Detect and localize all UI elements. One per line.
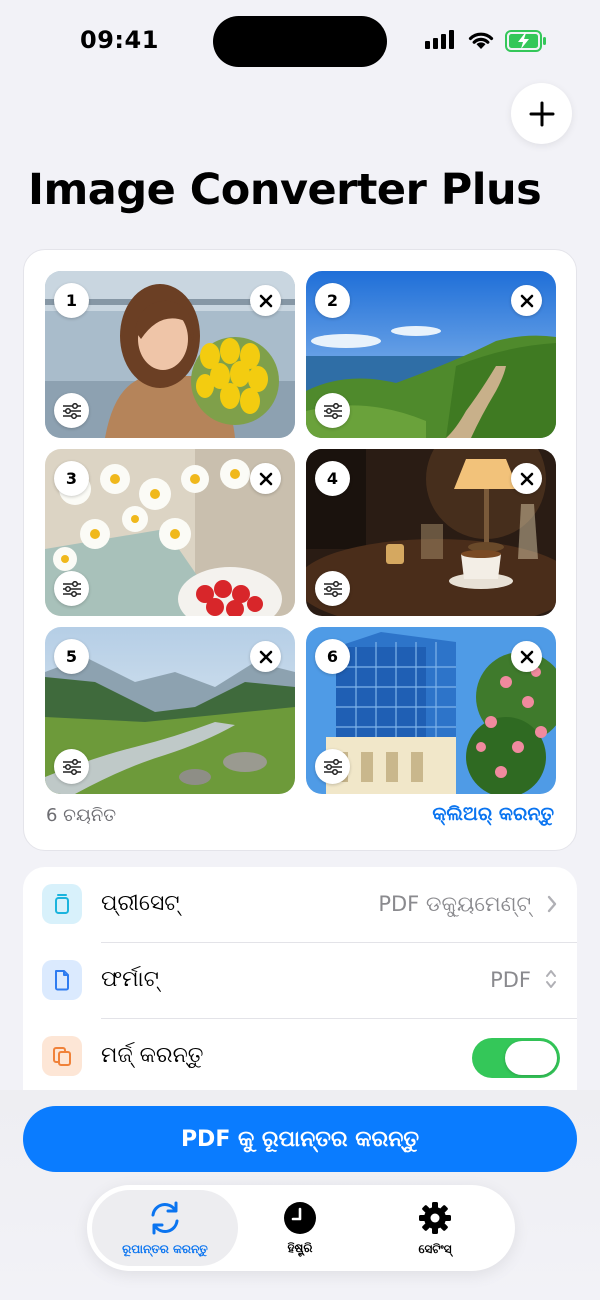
- document-stack-icon: [55, 894, 69, 914]
- sliders-icon: [62, 758, 81, 775]
- image-number-badge: 1: [54, 283, 89, 318]
- format-value: PDF: [490, 968, 531, 992]
- merge-icon: [53, 1047, 71, 1066]
- image-thumbnail-3[interactable]: 3: [45, 449, 295, 616]
- image-thumbnail-2[interactable]: 2: [306, 271, 556, 438]
- remove-image-button[interactable]: [511, 285, 542, 316]
- image-thumbnail-5[interactable]: 5: [45, 627, 295, 794]
- battery-charging-icon: [505, 30, 546, 52]
- document-icon: [55, 970, 69, 991]
- plus-icon: [529, 101, 554, 126]
- adjust-image-button[interactable]: [315, 393, 350, 428]
- cellular-signal-icon: [425, 30, 454, 49]
- preset-icon-tile: [42, 884, 82, 924]
- convert-arrows-icon: [151, 1201, 179, 1234]
- clear-selection-button[interactable]: କ୍ଲିଅର୍ କରନ୍ତୁ: [432, 803, 554, 825]
- gear-icon: [419, 1201, 451, 1234]
- conversion-settings-list: ପ୍ରୀସେଟ୍ PDF ଡକ୍ୟୁମେଣ୍ଟ୍ ଫର୍ମାଟ୍ PDF ମର୍…: [23, 867, 577, 1095]
- preset-value: PDF ଡକ୍ୟୁମେଣ୍ଟ୍: [378, 892, 531, 916]
- format-row[interactable]: ଫର୍ମାଟ୍ PDF: [23, 943, 577, 1019]
- tab-convert[interactable]: ରୂପାନ୍ତର କରନ୍ତୁ: [92, 1190, 238, 1266]
- close-icon: [520, 650, 533, 663]
- remove-image-button[interactable]: [511, 463, 542, 494]
- sliders-icon: [62, 580, 81, 597]
- add-image-button[interactable]: [511, 83, 572, 144]
- tab-convert-label: ରୂପାନ୍ତର କରନ୍ତୁ: [122, 1241, 208, 1256]
- image-grid-card: 1 2 3 4 5 6 6 ଚୟନିତ କ୍ଲିଅର୍ କରନ୍ତୁ: [23, 249, 577, 851]
- sliders-icon: [323, 402, 342, 419]
- preset-label: ପ୍ରୀସେଟ୍: [101, 891, 180, 916]
- status-bar: 09:41: [0, 0, 600, 80]
- merge-icon-tile: [42, 1036, 82, 1076]
- convert-button[interactable]: PDF କୁ ରୂପାନ୍ତର କରନ୍ତୁ: [23, 1106, 577, 1172]
- chevron-up-down-icon: [546, 970, 556, 988]
- adjust-image-button[interactable]: [315, 571, 350, 606]
- page-title: Image Converter Plus: [28, 165, 542, 215]
- close-icon: [520, 294, 533, 307]
- remove-image-button[interactable]: [250, 463, 281, 494]
- format-label: ଫର୍ମାଟ୍: [101, 967, 159, 992]
- image-number-badge: 5: [54, 639, 89, 674]
- merge-row: ମର୍ଜ୍ କରନ୍ତୁ: [23, 1019, 577, 1095]
- remove-image-button[interactable]: [511, 641, 542, 672]
- merge-toggle[interactable]: [472, 1038, 560, 1078]
- remove-image-button[interactable]: [250, 285, 281, 316]
- adjust-image-button[interactable]: [54, 571, 89, 606]
- tab-history-label: ହିଷ୍ଟ୍ରି: [287, 1240, 313, 1255]
- sliders-icon: [323, 758, 342, 775]
- close-icon: [520, 472, 533, 485]
- adjust-image-button[interactable]: [54, 393, 89, 428]
- tab-settings[interactable]: ସେଟିଂସ୍: [383, 1190, 487, 1266]
- wifi-icon: [468, 32, 494, 49]
- image-thumbnail-4[interactable]: 4: [306, 449, 556, 616]
- adjust-image-button[interactable]: [315, 749, 350, 784]
- image-thumbnail-6[interactable]: 6: [306, 627, 556, 794]
- toggle-knob: [505, 1041, 557, 1075]
- sliders-icon: [62, 402, 81, 419]
- sliders-icon: [323, 580, 342, 597]
- tab-history[interactable]: ହିଷ୍ଟ୍ରି: [250, 1190, 350, 1266]
- remove-image-button[interactable]: [250, 641, 281, 672]
- close-icon: [259, 650, 272, 663]
- selected-count: 6 ଚୟନିତ: [46, 805, 117, 826]
- tab-bar: ରୂପାନ୍ତର କରନ୍ତୁ ହିଷ୍ଟ୍ରି ସେଟିଂସ୍: [87, 1185, 515, 1271]
- close-icon: [259, 472, 272, 485]
- image-number-badge: 3: [54, 461, 89, 496]
- format-icon-tile: [42, 960, 82, 1000]
- dynamic-island: [213, 16, 387, 67]
- image-number-badge: 6: [315, 639, 350, 674]
- status-time: 09:41: [80, 26, 159, 54]
- image-thumbnail-1[interactable]: 1: [45, 271, 295, 438]
- adjust-image-button[interactable]: [54, 749, 89, 784]
- merge-label: ମର୍ଜ୍ କରନ୍ତୁ: [101, 1043, 204, 1068]
- clock-icon: [284, 1201, 316, 1234]
- preset-row[interactable]: ପ୍ରୀସେଟ୍ PDF ଡକ୍ୟୁମେଣ୍ଟ୍: [23, 867, 577, 943]
- tab-settings-label: ସେଟିଂସ୍: [418, 1241, 452, 1256]
- image-number-badge: 4: [315, 461, 350, 496]
- image-number-badge: 2: [315, 283, 350, 318]
- chevron-right-icon: [547, 895, 557, 913]
- close-icon: [259, 294, 272, 307]
